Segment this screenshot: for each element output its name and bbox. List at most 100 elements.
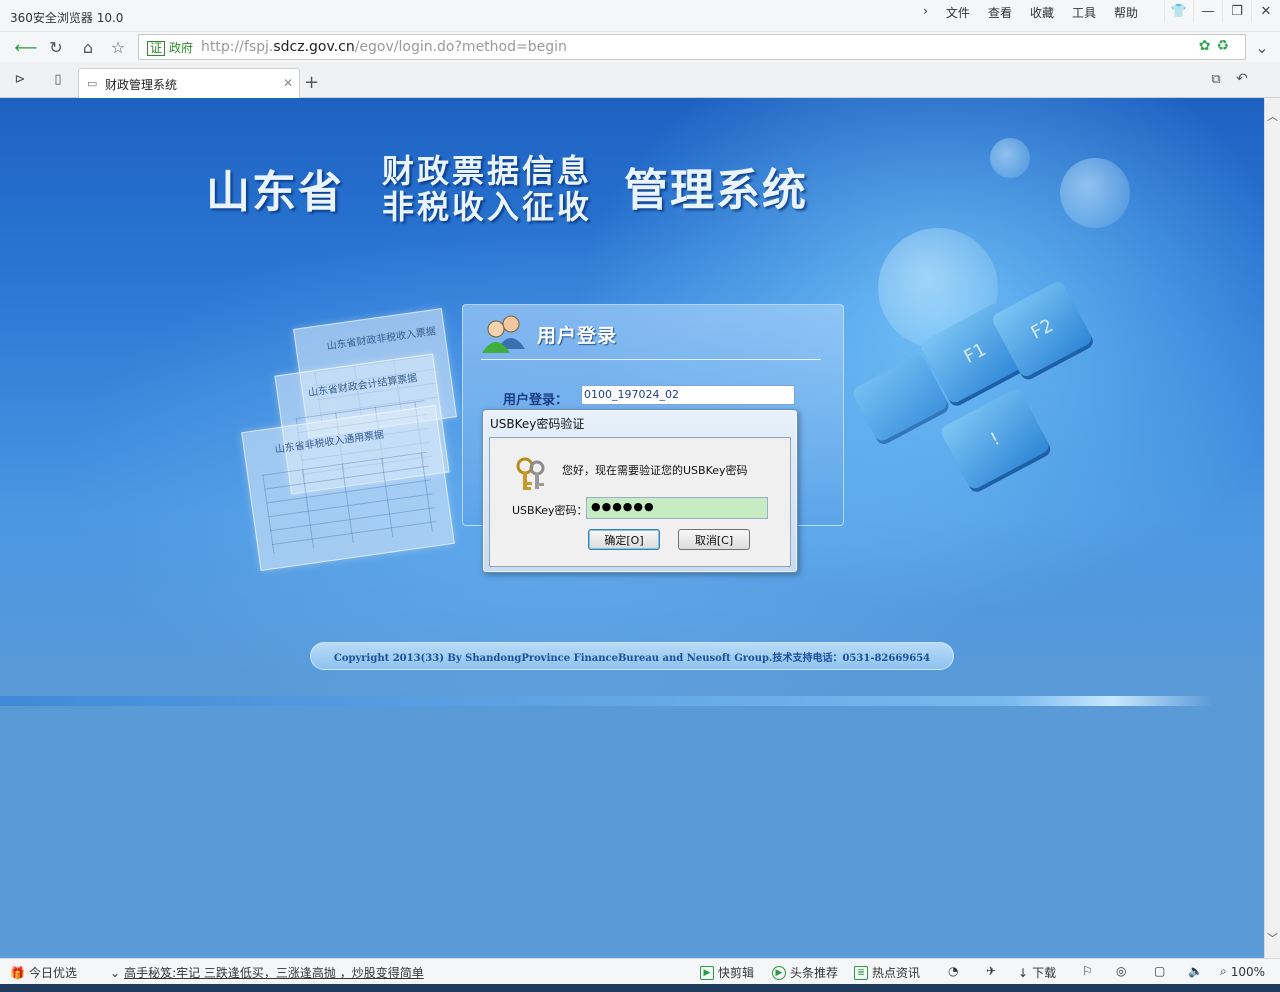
menu-favorites[interactable]: 收藏 bbox=[1028, 4, 1056, 21]
title-province: 山东省 bbox=[206, 167, 344, 218]
play-circle-icon: ▶ bbox=[772, 965, 786, 980]
password-label: USBKey密码： bbox=[512, 504, 588, 517]
today-picks[interactable]: 🎁 今日优选 bbox=[10, 964, 77, 981]
url-host: sdcz.gov.cn bbox=[273, 39, 355, 55]
pin-icon[interactable]: ✈ bbox=[986, 964, 996, 978]
tab-finance-system[interactable]: ▭ 财政管理系统 ✕ bbox=[78, 68, 300, 98]
keyboard-key: ! bbox=[938, 386, 1052, 492]
decor-bubble bbox=[1060, 158, 1130, 228]
dialog-title: USBKey密码验证 bbox=[490, 417, 585, 431]
skin-icon[interactable]: 👕 bbox=[1164, 0, 1193, 22]
restore-tab-icon[interactable]: ⧉ bbox=[1204, 68, 1228, 90]
headlines-label: 头条推荐 bbox=[790, 966, 839, 980]
receipt-title: 山东省财政会计结算票据 bbox=[307, 372, 418, 400]
menu-help[interactable]: 帮助 bbox=[1112, 4, 1140, 21]
zoom-level: 100% bbox=[1230, 964, 1266, 979]
menu-tools[interactable]: 工具 bbox=[1070, 4, 1098, 21]
quick-edit[interactable]: ▶ 快剪辑 bbox=[700, 964, 754, 981]
magnifier-icon: ⌕ bbox=[1220, 964, 1227, 978]
close-window-button[interactable]: ✕ bbox=[1251, 0, 1280, 22]
cert-label: 政府 bbox=[169, 41, 194, 55]
reload-icon[interactable]: ↻ bbox=[44, 36, 68, 58]
extension-icons[interactable]: ✿♻ bbox=[1199, 38, 1235, 54]
ok-button[interactable]: 确定[O] bbox=[588, 529, 660, 550]
download-icon: ↓ bbox=[1018, 965, 1029, 980]
usbkey-password-input[interactable]: ●●●●●● bbox=[586, 497, 768, 519]
sidebar-toggle-icon[interactable]: ⊳ bbox=[8, 68, 32, 90]
reading-icon[interactable]: ▯ bbox=[46, 68, 70, 90]
decor-stripe bbox=[0, 696, 1264, 706]
tab-close-icon[interactable]: ✕ bbox=[283, 76, 293, 90]
username-label: 用户登录： bbox=[503, 393, 569, 408]
receipt-grid bbox=[262, 451, 438, 555]
window-icon[interactable]: ▢ bbox=[1154, 964, 1165, 978]
copyright-text: Copyright 2013(33) By ShandongProvince F… bbox=[333, 652, 931, 664]
login-title: 用户登录 bbox=[537, 325, 618, 347]
cert-badge[interactable]: 证政府 bbox=[147, 39, 193, 56]
today-picks-label: 今日优选 bbox=[28, 966, 77, 980]
headlines[interactable]: ▶ 头条推荐 bbox=[772, 964, 838, 981]
gift-icon: 🎁 bbox=[10, 965, 25, 980]
news-text: 高手秘笈:牢记 三跌逢低买，三涨逢高抛 ，炒股变得简单 bbox=[124, 966, 424, 980]
menu-expand-icon[interactable]: › bbox=[921, 4, 930, 21]
cert-icon: 证 bbox=[147, 41, 166, 56]
username-input[interactable]: 0100_197024_02 bbox=[581, 385, 795, 405]
url-prefix: http://fspj. bbox=[201, 39, 274, 55]
address-bar: ⟵ ↻ ⌂ ☆ 证政府 http://fspj.sdcz.gov.cn/egov… bbox=[0, 32, 1280, 62]
download[interactable]: ↓ 下载 bbox=[1018, 964, 1056, 981]
window-controls: 👕 — ❐ ✕ bbox=[1164, 0, 1280, 22]
url-text: http://fspj.sdcz.gov.cn/egov/login.do?me… bbox=[201, 39, 567, 55]
play-icon: ▶ bbox=[700, 965, 714, 980]
decor-receipt: 山东省非税收入通用票据 bbox=[241, 405, 455, 571]
browser-titlebar: 360安全浏览器 10.0 › 文件 查看 收藏 工具 帮助 👕 — ❐ ✕ bbox=[0, 0, 1280, 32]
receipt-title: 山东省财政非税收入票据 bbox=[326, 326, 437, 353]
star-icon[interactable]: ☆ bbox=[106, 36, 130, 58]
cancel-button[interactable]: 取消[C] bbox=[678, 529, 750, 550]
menu-file[interactable]: 文件 bbox=[944, 4, 972, 21]
restore-button[interactable]: ❐ bbox=[1222, 0, 1251, 22]
back-arrow-icon[interactable]: ⟵ bbox=[14, 36, 38, 58]
title-line2: 非税收入征收 bbox=[382, 188, 593, 226]
page-content: F1 F2 ! 山东省财政非税收入票据 山东省财政会计结算票据 山东省非税收入通… bbox=[0, 98, 1264, 958]
app-title: 360安全浏览器 10.0 bbox=[10, 11, 124, 25]
chevron-down-icon[interactable]: ⌄ bbox=[1250, 36, 1274, 58]
users-icon bbox=[482, 315, 525, 353]
decor-bubble bbox=[990, 138, 1030, 178]
home-icon[interactable]: ⌂ bbox=[76, 36, 100, 58]
dialog-message: 您好，现在需要验证您的USBKey密码 bbox=[562, 464, 748, 477]
keys-icon bbox=[516, 457, 545, 490]
usbkey-dialog: USBKey密码验证 您好，现在需要验证您的USBKey密码 USBKey密码：… bbox=[482, 409, 798, 573]
url-input[interactable]: 证政府 http://fspj.sdcz.gov.cn/egov/login.d… bbox=[138, 34, 1246, 60]
hero-banner: F1 F2 ! 山东省财政非税收入票据 山东省财政会计结算票据 山东省非税收入通… bbox=[0, 98, 1264, 696]
document-icon: ▭ bbox=[87, 77, 98, 90]
speed-icon[interactable]: ◔ bbox=[948, 964, 958, 978]
tab-title: 财政管理系统 bbox=[105, 78, 178, 92]
vertical-scrollbar[interactable]: ︿ ﹀ bbox=[1264, 98, 1280, 958]
news-ticker[interactable]: ⌄ 高手秘笈:牢记 三跌逢低买，三涨逢高抛 ，炒股变得简单 bbox=[110, 964, 424, 981]
menu-view[interactable]: 查看 bbox=[986, 4, 1014, 21]
dialog-body: 您好，现在需要验证您的USBKey密码 USBKey密码： ●●●●●● 确定[… bbox=[489, 437, 791, 567]
copyright-banner: Copyright 2013(33) By ShandongProvince F… bbox=[310, 642, 954, 670]
status-bar: 🎁 今日优选 ⌄ 高手秘笈:牢记 三跌逢低买，三涨逢高抛 ，炒股变得简单 ▶ 快剪辑 … bbox=[0, 958, 1280, 984]
undo-close-icon[interactable]: ↶ bbox=[1230, 68, 1254, 90]
flag-icon[interactable]: ⚐ bbox=[1082, 964, 1093, 978]
new-tab-button[interactable]: + bbox=[304, 72, 319, 93]
minimize-button[interactable]: — bbox=[1193, 0, 1222, 22]
quick-edit-label: 快剪辑 bbox=[718, 966, 755, 980]
hot-news[interactable]: ≣ 热点资讯 bbox=[854, 964, 920, 981]
scroll-down-icon[interactable]: ﹀ bbox=[1267, 930, 1278, 946]
browser-mode-icon[interactable]: ◎ bbox=[1116, 964, 1126, 978]
browser-menu: › 文件 查看 收藏 工具 帮助 bbox=[921, 4, 1140, 21]
tab-bar: ⊳ ▯ ▭ 财政管理系统 ✕ + ⧉ ↶ bbox=[0, 62, 1280, 98]
zoom[interactable]: ⌕ 100% bbox=[1220, 964, 1265, 979]
receipt-title: 山东省非税收入通用票据 bbox=[274, 429, 385, 456]
chevron-down-icon: ⌄ bbox=[110, 965, 121, 980]
url-path: /egov/login.do?method=begin bbox=[354, 39, 567, 55]
news-icon: ≣ bbox=[854, 965, 868, 980]
divider bbox=[481, 359, 821, 360]
title-suffix: 管理系统 bbox=[624, 165, 808, 216]
scroll-up-icon[interactable]: ︿ bbox=[1267, 108, 1278, 124]
hot-news-label: 热点资讯 bbox=[872, 966, 921, 980]
os-taskbar bbox=[0, 984, 1280, 992]
volume-icon[interactable]: 🔈 bbox=[1188, 964, 1203, 978]
